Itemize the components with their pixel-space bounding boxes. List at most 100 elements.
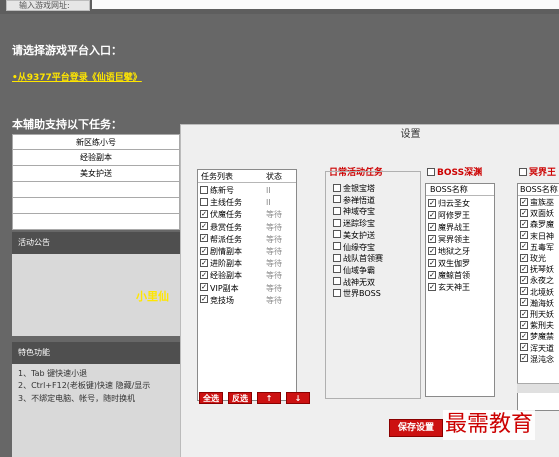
daily-checkbox[interactable]: [333, 242, 341, 250]
hell-section-title[interactable]: 冥界王: [519, 165, 556, 178]
daily-item[interactable]: 仙缘夺宝: [333, 242, 375, 253]
move-down-button[interactable]: ↓: [286, 392, 310, 404]
hell-checkbox[interactable]: ✓: [520, 331, 528, 340]
boss-checkbox[interactable]: ✓: [428, 258, 436, 267]
task-row: 新区练小号: [12, 134, 180, 150]
daily-checkbox[interactable]: [333, 218, 341, 227]
hell-item[interactable]: ✓ 混沌念: [520, 354, 554, 365]
hell-item[interactable]: ✓ 永夜之: [520, 275, 554, 286]
hell-item[interactable]: ✓ 玫光: [520, 253, 546, 264]
boss-item[interactable]: ✓ 冥界领主: [428, 234, 470, 246]
task-list-item[interactable]: ✓ 经验副本 等待: [200, 270, 296, 282]
boss-item[interactable]: ✓ 魔鲸首领: [428, 270, 470, 282]
task-list-item[interactable]: ✓ 竞技场 等待: [200, 295, 296, 307]
hell-checkbox[interactable]: ✓: [520, 219, 528, 228]
move-up-button[interactable]: ↑: [257, 392, 281, 404]
invert-selection-button[interactable]: 反选: [228, 392, 252, 404]
task-checkbox[interactable]: ✓: [200, 283, 208, 292]
daily-item[interactable]: 神域夺宝: [333, 206, 375, 217]
hell-checkbox[interactable]: ✓: [520, 309, 528, 318]
hell-item[interactable]: ✓ 双面妖: [520, 208, 554, 219]
daily-item[interactable]: 美女护送: [333, 230, 375, 241]
daily-checkbox[interactable]: [333, 206, 341, 215]
task-list-item[interactable]: 主线任务 II: [200, 197, 296, 209]
task-checkbox[interactable]: ✓: [200, 270, 208, 279]
hell-checkbox[interactable]: ✓: [520, 287, 528, 296]
save-settings-button[interactable]: 保存设置: [389, 419, 443, 437]
hell-checkbox[interactable]: ✓: [520, 343, 528, 352]
boss-checkbox[interactable]: ✓: [428, 198, 436, 207]
hell-section-checkbox[interactable]: [519, 167, 527, 176]
task-list-item[interactable]: ✓ VIP副本 等待: [200, 283, 296, 295]
task-checkbox[interactable]: [200, 197, 208, 206]
hell-checkbox[interactable]: ✓: [520, 197, 528, 206]
address-input[interactable]: [92, 0, 559, 9]
boss-item[interactable]: ✓ 地狱之牙: [428, 246, 470, 258]
settings-dialog: 设置 任务列表 状态 练新号 II 主线任务 II ✓ 伏魔任务 等待 ✓ 悬赏任务 等待 ✓ 帮派任…: [180, 124, 559, 457]
task-checkbox[interactable]: ✓: [200, 246, 208, 255]
task-checkbox[interactable]: ✓: [200, 258, 208, 267]
platform-link[interactable]: •从9377平台登录《仙语巨擘》: [12, 70, 142, 83]
task-list-item[interactable]: 练新号 II: [200, 185, 296, 197]
hell-checkbox[interactable]: ✓: [520, 354, 528, 363]
hell-item[interactable]: ✓ 北境妖: [520, 287, 554, 298]
daily-item[interactable]: 战队首领赛: [333, 253, 383, 264]
hell-checkbox[interactable]: ✓: [520, 242, 528, 251]
hell-item[interactable]: ✓ 瀚海妖: [520, 298, 554, 309]
daily-checkbox[interactable]: [333, 277, 341, 286]
boss-item[interactable]: ✓ 阿修罗王: [428, 210, 470, 222]
boss-checkbox[interactable]: ✓: [428, 234, 436, 243]
boss-checkbox[interactable]: ✓: [428, 246, 436, 255]
boss-checkbox[interactable]: ✓: [428, 210, 436, 219]
daily-checkbox[interactable]: [333, 195, 341, 204]
task-checkbox[interactable]: ✓: [200, 222, 208, 231]
hell-item[interactable]: ✓ 蛮族巫: [520, 197, 554, 208]
task-checkbox[interactable]: ✓: [200, 209, 208, 218]
task-list-item[interactable]: ✓ 进阶副本 等待: [200, 258, 296, 270]
task-list-item[interactable]: ✓ 剧情副本 等待: [200, 246, 296, 258]
boss-checkbox[interactable]: ✓: [428, 222, 436, 231]
hell-checkbox[interactable]: ✓: [520, 275, 528, 284]
boss-section-checkbox[interactable]: [427, 167, 435, 176]
hell-item[interactable]: ✓ 梦魔禁: [520, 331, 554, 342]
hell-item[interactable]: ✓ 紫刑夫: [520, 320, 554, 331]
task-checkbox[interactable]: ✓: [200, 295, 208, 304]
daily-checkbox[interactable]: [333, 253, 341, 262]
daily-item[interactable]: 仙域争霸: [333, 265, 375, 276]
daily-checkbox[interactable]: [333, 230, 341, 239]
boss-checkbox[interactable]: ✓: [428, 270, 436, 279]
task-list-item[interactable]: ✓ 帮派任务 等待: [200, 234, 296, 246]
daily-checkbox[interactable]: [333, 288, 341, 297]
daily-checkbox[interactable]: [333, 183, 341, 192]
hell-item[interactable]: ✓ 森罗魔: [520, 219, 554, 230]
daily-item[interactable]: 金银宝塔: [333, 183, 375, 194]
hell-checkbox[interactable]: ✓: [520, 231, 528, 240]
boss-item[interactable]: ✓ 归云圣女: [428, 198, 470, 210]
boss-item[interactable]: ✓ 玄天神王: [428, 282, 470, 294]
hell-list-scrollbar[interactable]: [517, 383, 559, 393]
hell-item[interactable]: ✓ 五毒军: [520, 242, 554, 253]
hell-checkbox[interactable]: ✓: [520, 298, 528, 307]
hell-item[interactable]: ✓ 浑天道: [520, 343, 554, 354]
hell-checkbox[interactable]: ✓: [520, 320, 528, 329]
select-all-button[interactable]: 全选: [199, 392, 223, 404]
task-list-item[interactable]: ✓ 伏魔任务 等待: [200, 209, 296, 221]
hell-item[interactable]: ✓ 末日神: [520, 231, 554, 242]
daily-item[interactable]: 世界BOSS: [333, 288, 381, 299]
hell-item[interactable]: ✓ 抚琴妖: [520, 264, 554, 275]
boss-item[interactable]: ✓ 双生伽罗: [428, 258, 470, 270]
task-checkbox[interactable]: [200, 185, 208, 194]
boss-checkbox[interactable]: ✓: [428, 282, 436, 291]
hell-item[interactable]: ✓ 刑天妖: [520, 309, 554, 320]
hell-checkbox[interactable]: ✓: [520, 208, 528, 217]
boss-item[interactable]: ✓ 魔界战王: [428, 222, 470, 234]
hell-checkbox[interactable]: ✓: [520, 253, 528, 262]
boss-section-title[interactable]: BOSS深渊: [427, 165, 482, 178]
hell-checkbox[interactable]: ✓: [520, 264, 528, 273]
daily-item[interactable]: 参禅悟道: [333, 195, 375, 206]
daily-checkbox[interactable]: [333, 265, 341, 274]
daily-item[interactable]: 战神无双: [333, 277, 375, 288]
task-list-item[interactable]: ✓ 悬赏任务 等待: [200, 222, 296, 234]
daily-item[interactable]: 迷踪珍宝: [333, 218, 375, 229]
task-checkbox[interactable]: ✓: [200, 234, 208, 243]
